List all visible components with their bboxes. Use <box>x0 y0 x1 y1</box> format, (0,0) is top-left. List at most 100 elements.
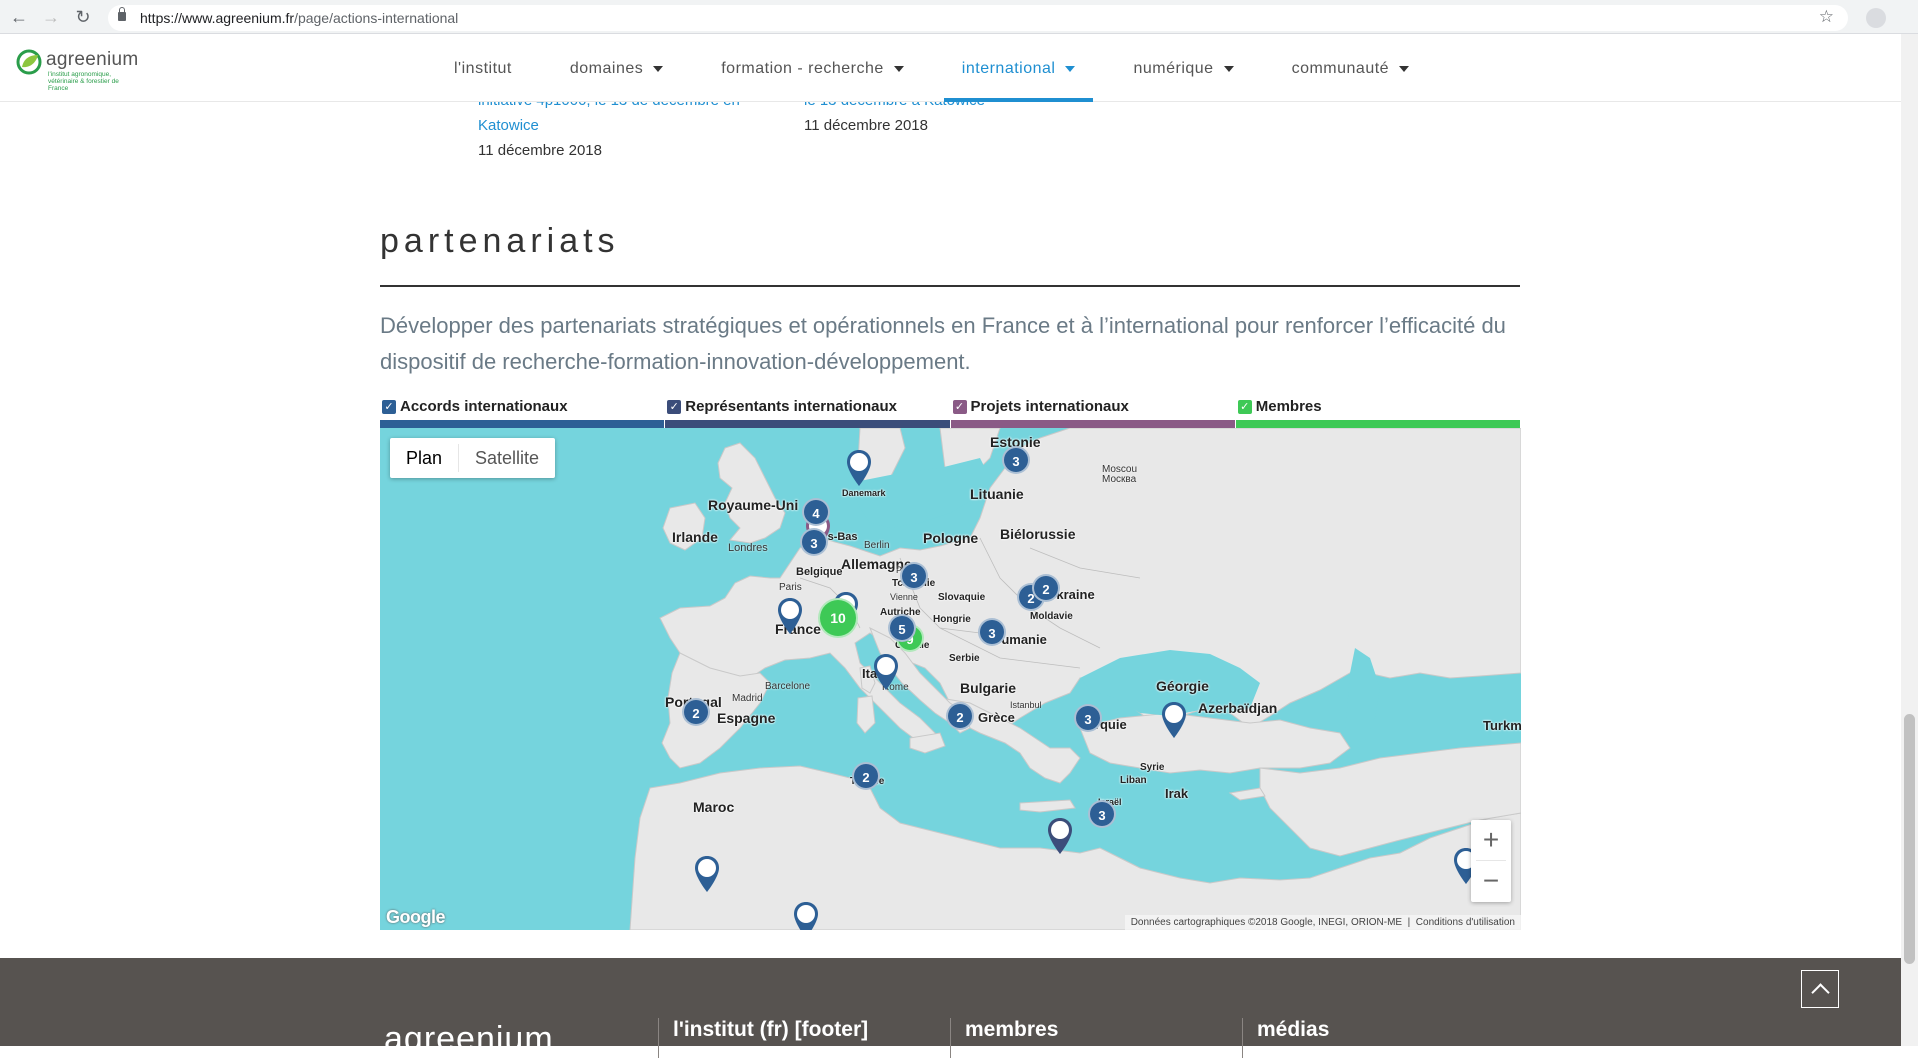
menu-item-0[interactable]: l'institut <box>436 35 530 102</box>
menu-item-label: communauté <box>1291 59 1390 77</box>
terms-link[interactable]: Conditions d'utilisation <box>1416 917 1515 928</box>
map-type-satellite-button[interactable]: Satellite <box>459 438 555 478</box>
menu-item-label: international <box>961 59 1056 77</box>
map-city-londres: Londres <box>728 542 768 554</box>
scrollbar-thumb[interactable] <box>1904 714 1915 964</box>
map-attribution: Données cartographiques ©2018 Google, IN… <box>1124 915 1521 930</box>
url-text: https://www.agreenium.fr/page/actions-in… <box>140 10 459 26</box>
profile-avatar-icon[interactable] <box>1866 8 1886 28</box>
site-header: agreenium l'institut agronomique, vétéri… <box>0 35 1901 102</box>
map-type-plan-button[interactable]: Plan <box>390 438 458 478</box>
map-cluster[interactable]: 3 <box>1088 800 1116 828</box>
news-date: 11 décembre 2018 <box>478 142 602 159</box>
news-link[interactable]: Katowice <box>478 113 740 138</box>
checkbox-checked-icon[interactable]: ✓ <box>952 400 967 414</box>
legend-toggle-3[interactable]: ✓ Membres <box>1235 398 1520 428</box>
map-cluster[interactable]: 10 <box>818 598 858 638</box>
map-pin-icon[interactable] <box>776 596 804 636</box>
address-bar[interactable]: https://www.agreenium.fr/page/actions-in… <box>108 5 1848 31</box>
map-cluster[interactable]: 2 <box>1032 574 1060 602</box>
map-cluster[interactable]: 3 <box>1074 704 1102 732</box>
map-cluster[interactable]: 2 <box>852 762 880 790</box>
legend-toggle-2[interactable]: ✓ Projets internationaux <box>950 398 1235 428</box>
map-label-azerbaidjan: Azerbaïdjan <box>1198 700 1278 716</box>
reload-icon[interactable]: ↻ <box>72 6 94 28</box>
caret-down-icon <box>893 65 904 72</box>
map-cluster[interactable]: 3 <box>900 562 928 590</box>
zoom-out-button[interactable]: − <box>1471 861 1511 901</box>
menu-item-4[interactable]: numérique <box>1115 35 1251 102</box>
map-pin-icon[interactable] <box>792 900 820 930</box>
map-label-pologne: Pologne <box>923 530 979 546</box>
map-city-madrid: Madrid <box>732 693 763 704</box>
map-city-berlin: Berlin <box>864 540 890 551</box>
section-title: partenariats <box>380 222 620 260</box>
legend-color-bar <box>1235 420 1520 428</box>
footer-col-medias[interactable]: médias <box>1242 1018 1329 1058</box>
legend-toggle-0[interactable]: ✓ Accords internationaux <box>380 398 665 428</box>
map-cluster[interactable]: 5 <box>888 614 916 642</box>
footer-col-membres[interactable]: membres <box>950 1018 1058 1058</box>
map-cluster[interactable]: 3 <box>800 528 828 556</box>
menu-item-3[interactable]: international <box>943 35 1094 102</box>
map-cluster[interactable]: 2 <box>946 702 974 730</box>
map-label-bielorussie: Biélorussie <box>1000 526 1076 542</box>
footer-col-institut[interactable]: l'institut (fr) [footer] <box>658 1018 868 1058</box>
map-land <box>629 428 1521 930</box>
map-pin-icon[interactable] <box>1160 700 1188 740</box>
bookmark-star-icon[interactable]: ☆ <box>1819 7 1834 27</box>
checkbox-checked-icon[interactable]: ✓ <box>667 400 682 414</box>
back-arrow-icon[interactable]: ← <box>8 6 30 28</box>
forward-arrow-icon[interactable]: → <box>40 6 62 28</box>
browser-toolbar: ← → ↻ https://www.agreenium.fr/page/acti… <box>0 0 1918 34</box>
map-label-hongrie: Hongrie <box>933 614 971 625</box>
map-city-vienne: Vienne <box>890 592 918 602</box>
google-logo[interactable]: Google <box>386 907 446 928</box>
map-cluster[interactable]: 4 <box>802 498 830 526</box>
map-label-royaume-uni: Royaume-Uni <box>708 497 799 513</box>
map-label-bulgarie: Bulgarie <box>960 680 1017 696</box>
map-label-danemark: Danemark <box>842 488 886 498</box>
menu-item-2[interactable]: formation - recherche <box>703 35 922 102</box>
map-pin-icon[interactable] <box>1046 816 1074 856</box>
map-label-grece: Grèce <box>978 710 1015 725</box>
map-label-espagne: Espagne <box>717 710 776 726</box>
caret-down-icon <box>1065 65 1076 72</box>
map-label-belgique: Belgique <box>796 566 843 578</box>
back-to-top-button[interactable] <box>1801 970 1839 1008</box>
legend-label: Représentants internationaux <box>685 398 897 415</box>
caret-down-icon <box>1223 65 1234 72</box>
map-city-paris: Paris <box>779 582 802 593</box>
menu-item-1[interactable]: domaines <box>552 35 681 102</box>
map-label-serbie: Serbie <box>949 653 980 664</box>
menu-item-5[interactable]: communauté <box>1274 35 1428 102</box>
partners-map[interactable]: Estonie Lituanie Royaume-Uni Irlande Pay… <box>380 428 1521 930</box>
legend-color-bar <box>665 420 950 428</box>
legend-label: Accords internationaux <box>400 398 568 415</box>
map-pin-icon[interactable] <box>845 448 873 488</box>
map-pin-icon[interactable] <box>872 652 900 692</box>
checkbox-checked-icon[interactable]: ✓ <box>1237 400 1252 414</box>
map-cluster[interactable]: 3 <box>1002 446 1030 474</box>
zoom-control: + − <box>1471 820 1511 902</box>
caret-down-icon <box>1399 65 1410 72</box>
map-city-barcelone: Barcelone <box>765 681 811 692</box>
legend-toggle-1[interactable]: ✓ Représentants internationaux <box>665 398 950 428</box>
menu-item-label: numérique <box>1133 59 1214 77</box>
map-pin-icon[interactable] <box>693 854 721 894</box>
map-label-irak: Irak <box>1165 786 1189 801</box>
map-type-control: Plan Satellite <box>390 438 556 478</box>
map-cluster[interactable]: 3 <box>978 618 1006 646</box>
legend-label: Membres <box>1255 398 1322 415</box>
map-label-liban: Liban <box>1120 775 1147 786</box>
agreenium-logo[interactable]: agreenium l'institut agronomique, vétéri… <box>16 49 138 95</box>
caret-down-icon <box>653 65 664 72</box>
zoom-in-button[interactable]: + <box>1471 820 1511 860</box>
lock-icon <box>118 7 126 21</box>
footer-logo[interactable]: agreenium <box>384 1020 554 1059</box>
map-cluster[interactable]: 2 <box>682 698 710 726</box>
checkbox-checked-icon[interactable]: ✓ <box>382 400 396 414</box>
main-menu: l'institut domaines formation - recherche i… <box>436 35 1449 102</box>
legend-label: Projets internationaux <box>970 398 1129 415</box>
page-scrollbar[interactable] <box>1901 34 1918 1046</box>
